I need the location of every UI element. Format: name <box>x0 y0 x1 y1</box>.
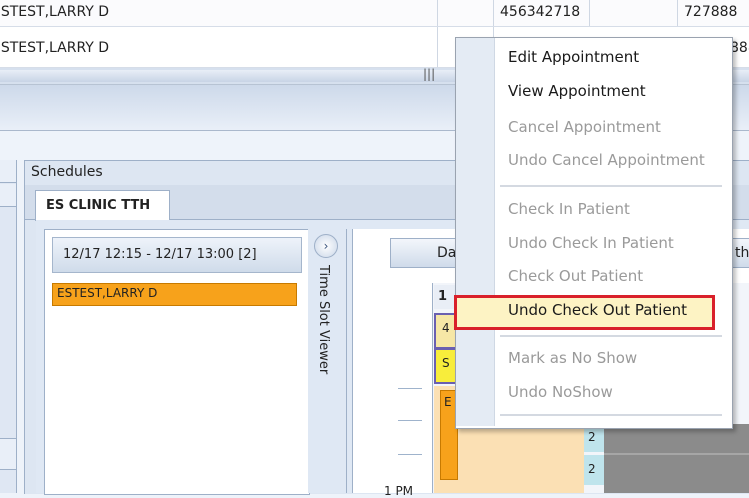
count-value: 2 <box>588 462 596 476</box>
count-value: 2 <box>588 430 596 444</box>
time-slot-viewer-bar[interactable]: › Time Slot Viewer <box>308 229 347 493</box>
menu-mark-no-show[interactable]: Mark as No Show <box>508 349 637 367</box>
left-strip-box-2 <box>0 184 17 207</box>
schedules-title: Schedules <box>31 164 103 180</box>
grid-row-extra: 727888 <box>684 4 738 20</box>
calendar-gray-divider <box>604 453 749 455</box>
grid-row-1[interactable]: ESTEST,LARRY D 456342718 727888 <box>0 0 749 27</box>
tab-label: ES CLINIC TTH <box>46 198 151 213</box>
calendar-date-number: 1 <box>438 289 448 304</box>
menu-separator <box>500 185 722 187</box>
menu-view-appointment[interactable]: View Appointment <box>508 82 646 100</box>
calendar-appt-bar-label: E <box>444 395 452 409</box>
scroll-grip-icon: ||| <box>423 67 436 81</box>
expand-arrow-icon[interactable]: › <box>314 234 338 258</box>
grid-row-name: ESTEST,LARRY D <box>0 4 110 20</box>
menu-edit-appointment[interactable]: Edit Appointment <box>508 48 639 66</box>
time-label: 1 PM <box>384 484 414 498</box>
context-menu-icon-gutter <box>456 38 495 426</box>
menu-cancel-appointment[interactable]: Cancel Appointment <box>508 118 661 136</box>
time-slot-header[interactable]: 12/17 12:15 - 12/17 13:00 [2] <box>52 237 302 273</box>
count-cell: 2 <box>584 455 604 485</box>
time-slot-patient[interactable]: ESTEST,LARRY D <box>52 283 297 306</box>
grid-row-id: 456342718 <box>500 4 581 20</box>
grid-row-name: ESTEST,LARRY D <box>0 40 110 56</box>
menu-undo-check-in-patient[interactable]: Undo Check In Patient <box>508 234 674 252</box>
month-view-label: th <box>735 245 749 261</box>
day-view-label: Da <box>437 245 457 261</box>
time-slot-patient-name: ESTEST,LARRY D <box>57 286 158 300</box>
time-tick <box>398 420 422 421</box>
menu-check-in-patient[interactable]: Check In Patient <box>508 200 630 218</box>
calendar-appt-label: 4 <box>442 321 450 335</box>
menu-separator <box>500 414 722 416</box>
left-strip-box-3 <box>0 438 17 470</box>
time-slot-header-text: 12/17 12:15 - 12/17 13:00 [2] <box>63 247 257 262</box>
left-strip-box <box>0 160 17 183</box>
calendar-gray-block <box>604 424 749 493</box>
menu-separator <box>500 335 722 337</box>
menu-undo-no-show[interactable]: Undo NoShow <box>508 383 613 401</box>
calendar-appt-label: S <box>442 356 450 370</box>
tab-es-clinic-tth[interactable]: ES CLINIC TTH <box>35 190 170 221</box>
menu-check-out-patient[interactable]: Check Out Patient <box>508 267 643 285</box>
time-tick <box>398 388 422 389</box>
time-tick <box>398 454 422 455</box>
menu-undo-cancel-appointment[interactable]: Undo Cancel Appointment <box>508 151 705 169</box>
menu-undo-check-out-patient[interactable]: Undo Check Out Patient <box>508 301 687 319</box>
time-slot-viewer-label: Time Slot Viewer <box>316 265 331 375</box>
